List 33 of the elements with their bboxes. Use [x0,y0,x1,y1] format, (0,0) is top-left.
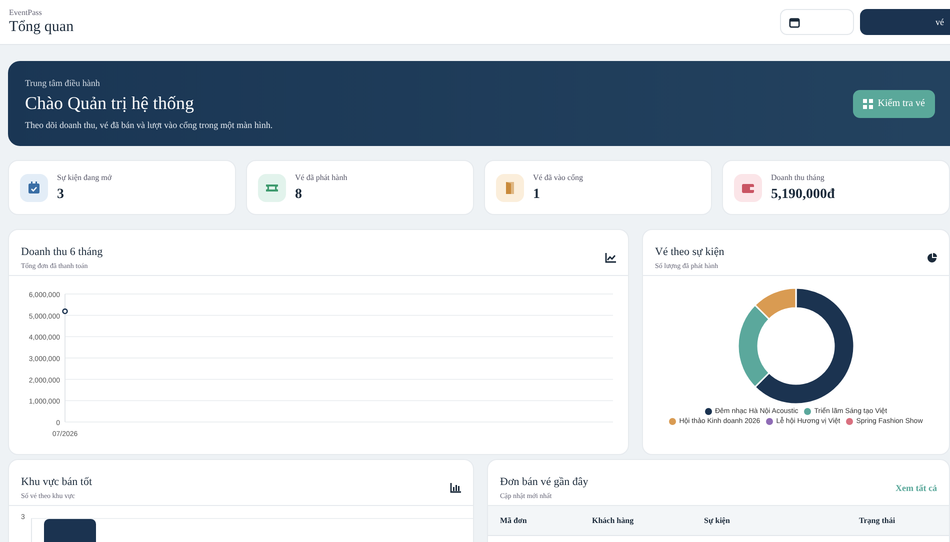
column-header: Khách hàng [592,516,635,525]
check-ticket-button[interactable]: Kiểm tra vé [852,90,935,118]
stat-label: Vé đã vào cổng [533,172,583,182]
stat-value: 8 [295,186,303,202]
calendar-icon [27,180,41,194]
door-icon [503,180,517,194]
hero-eyebrow: Trung tâm điều hành [25,78,101,88]
stat-label: Doanh thu tháng [771,172,826,182]
stat-value: 5,190,000đ [771,186,835,202]
see-all-link[interactable]: Xem tất cả [896,482,937,492]
stat-value: 1 [533,186,541,202]
data-point [62,308,68,314]
stat-label: Vé đã phát hành [295,172,348,182]
hero-description: Theo dõi doanh thu, vé đã bán và lượt vào cổng trong một màn hình. [25,120,273,130]
page-title: Tổng quan [9,19,74,36]
calendar-icon [789,16,800,28]
primary-button[interactable]: vé [860,9,950,35]
column-header: Sự kiện [704,516,731,525]
card-title: Đơn bán vé gần đây [500,476,588,488]
card-title: Khu vực bán tốt [21,476,92,488]
hero-title: Chào Quản trị hệ thống [25,92,195,114]
stat-label: Sự kiện đang mở [57,172,112,182]
app-name: EventPass [9,8,43,17]
column-header: Trạng thái [859,516,896,525]
calendar-button[interactable] [780,9,854,35]
stat-value: 3 [57,186,65,202]
grid-icon [862,98,873,108]
pie-chart-icon [927,252,937,262]
column-header: Mã đơn [500,516,528,525]
card-title: Doanh thu 6 tháng [21,246,103,258]
line-chart-icon [605,252,616,262]
bar-chart-icon [450,482,461,492]
card-title: Vé theo sự kiện [655,246,724,258]
